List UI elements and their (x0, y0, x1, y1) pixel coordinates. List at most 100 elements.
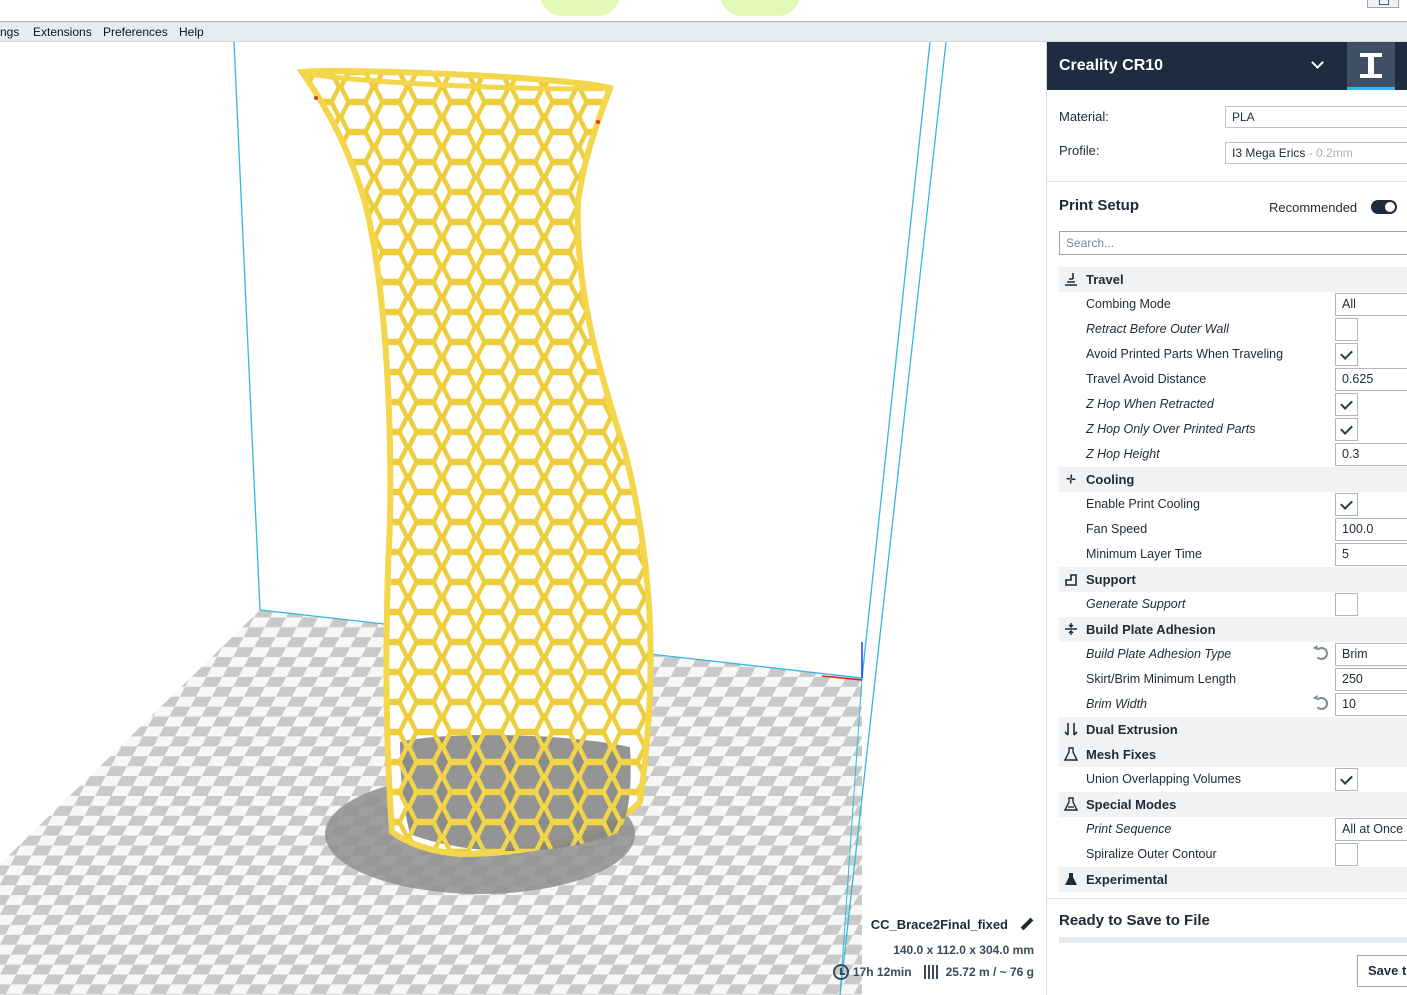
setting-row: Generate Support (1059, 592, 1407, 617)
setting-input[interactable]: 0.625 (1335, 368, 1407, 391)
setting-row: Enable Print Cooling (1059, 492, 1407, 517)
support-icon (1064, 572, 1078, 586)
setting-row: Z Hop Only Over Printed Parts (1059, 417, 1407, 442)
setting-checkbox[interactable] (1335, 843, 1358, 866)
settings-category[interactable]: Build Plate Adhesion (1059, 617, 1407, 642)
mesh-fixes-icon (1063, 747, 1079, 761)
restore-window-button[interactable] (1367, 0, 1399, 8)
setting-checkbox[interactable] (1335, 493, 1358, 516)
setting-row: Minimum Layer Time 5 (1059, 542, 1407, 567)
menu-item-help[interactable]: Help (179, 25, 204, 39)
model-filename: CC_Brace2Final_fixed (870, 916, 1008, 932)
setting-checkbox[interactable] (1335, 593, 1358, 616)
chevron-down-icon[interactable] (1311, 56, 1324, 69)
model-dimensions: 140.0 x 112.0 x 304.0 mm (893, 943, 1034, 957)
settings-list: Travel Combing Mode All Retract Before Oute… (1059, 267, 1407, 892)
setting-row: Fan Speed 100.0 (1059, 517, 1407, 542)
setting-row: Avoid Printed Parts When Traveling (1059, 342, 1407, 367)
category-label: Build Plate Adhesion (1086, 622, 1216, 637)
settings-category[interactable]: Cooling (1059, 467, 1407, 492)
setting-label: Fan Speed (1086, 522, 1148, 536)
recommended-label: Recommended (1269, 200, 1358, 215)
menu-item-settings[interactable]: ngs (0, 25, 19, 39)
setting-checkbox[interactable] (1335, 343, 1358, 366)
setting-dropdown[interactable]: All at Once (1335, 818, 1407, 841)
setting-label: Build Plate Adhesion Type (1086, 647, 1232, 661)
material-select[interactable]: PLA (1225, 106, 1407, 128)
setting-label: Generate Support (1086, 597, 1186, 611)
setting-input[interactable]: 100.0 (1335, 518, 1407, 541)
setting-input[interactable]: 250 (1335, 668, 1407, 691)
logo-fragment (540, 0, 620, 16)
settings-search-input[interactable]: Search... (1059, 231, 1407, 255)
menu-item-preferences[interactable]: Preferences (103, 25, 168, 39)
menu-item-extensions[interactable]: Extensions (33, 25, 92, 39)
settings-category[interactable]: Dual Extrusion (1059, 717, 1407, 742)
setting-label: Retract Before Outer Wall (1086, 322, 1229, 336)
setting-label: Spiralize Outer Contour (1086, 847, 1217, 861)
setting-row: Z Hop Height 0.3 (1059, 442, 1407, 467)
setting-dropdown[interactable]: All (1335, 293, 1407, 316)
menu-bar: ngs Extensions Preferences Help (0, 22, 1407, 42)
machine-selector[interactable]: Creality CR10 (1047, 42, 1407, 90)
setting-checkbox[interactable] (1335, 393, 1358, 416)
pencil-icon[interactable] (1018, 916, 1034, 932)
setting-label: Avoid Printed Parts When Traveling (1086, 347, 1284, 361)
category-label: Special Modes (1086, 797, 1177, 812)
category-label: Travel (1086, 272, 1124, 287)
clock-icon (832, 964, 849, 980)
print-mode-tab-icon[interactable] (1347, 42, 1395, 90)
category-label: Cooling (1086, 472, 1135, 487)
setting-checkbox[interactable] (1335, 418, 1358, 441)
setting-input[interactable]: 0.3 (1335, 443, 1407, 466)
setting-label: Travel Avoid Distance (1086, 372, 1207, 386)
build-volume-scene (0, 42, 947, 995)
setting-row: Brim Width 10 (1059, 692, 1407, 717)
settings-category[interactable]: Special Modes (1059, 792, 1407, 817)
setting-label: Print Sequence (1086, 822, 1172, 836)
save-to-file-button[interactable]: Save t (1357, 955, 1407, 987)
reset-icon[interactable] (1315, 647, 1328, 660)
recommended-toggle[interactable] (1371, 200, 1397, 214)
setting-row: Union Overlapping Volumes (1059, 767, 1407, 792)
setting-input[interactable]: 10 (1335, 693, 1407, 716)
setting-label: Z Hop Only Over Printed Parts (1086, 422, 1256, 436)
setting-checkbox[interactable] (1335, 768, 1358, 791)
setting-checkbox[interactable] (1335, 318, 1358, 341)
3d-viewport[interactable]: CC_Brace2Final_fixed 140.0 x 112.0 x 304… (0, 42, 1046, 995)
category-label: Mesh Fixes (1086, 747, 1157, 762)
print-estimate: 17h 12min 25.72 m / ~ 76 g (832, 964, 1034, 980)
material-usage: 25.72 m / ~ 76 g (945, 965, 1034, 979)
ready-status: Ready to Save to File (1059, 912, 1210, 929)
save-section: Ready to Save to File Save t (1047, 898, 1407, 995)
title-bar (0, 0, 1407, 22)
category-label: Experimental (1086, 872, 1168, 887)
print-time: 17h 12min (852, 965, 912, 979)
filament-icon (923, 965, 938, 979)
progress-bar (1059, 937, 1407, 943)
setting-row: Spiralize Outer Contour (1059, 842, 1407, 867)
settings-category[interactable]: Mesh Fixes (1059, 742, 1407, 767)
setting-row: Skirt/Brim Minimum Length 250 (1059, 667, 1407, 692)
material-label: Material: (1059, 109, 1109, 124)
profile-select[interactable]: I3 Mega Erics - 0.2mm (1225, 142, 1407, 164)
setting-row: Travel Avoid Distance 0.625 (1059, 367, 1407, 392)
settings-category[interactable]: Travel (1059, 267, 1407, 292)
setting-label: Enable Print Cooling (1086, 497, 1200, 511)
setting-dropdown[interactable]: Brim (1335, 643, 1407, 666)
setting-label: Z Hop Height (1086, 447, 1160, 461)
setting-label: Union Overlapping Volumes (1086, 772, 1241, 786)
print-setup-title: Print Setup (1059, 197, 1140, 214)
material-profile-section: Material: PLA Profile: I3 Mega Erics - 0… (1047, 90, 1407, 182)
setting-row: Retract Before Outer Wall (1059, 317, 1407, 342)
setting-label: Z Hop When Retracted (1086, 397, 1214, 411)
experimental-icon (1064, 872, 1078, 886)
reset-icon[interactable] (1315, 697, 1328, 710)
logo-fragment (720, 0, 800, 16)
sidebar-panel: Creality CR10 Material: PLA Profile: I3 … (1046, 42, 1407, 995)
setting-row: Build Plate Adhesion Type Brim (1059, 642, 1407, 667)
settings-category[interactable]: Support (1059, 567, 1407, 592)
settings-category[interactable]: Experimental (1059, 867, 1407, 892)
category-label: Dual Extrusion (1086, 722, 1178, 737)
setting-input[interactable]: 5 (1335, 543, 1407, 566)
